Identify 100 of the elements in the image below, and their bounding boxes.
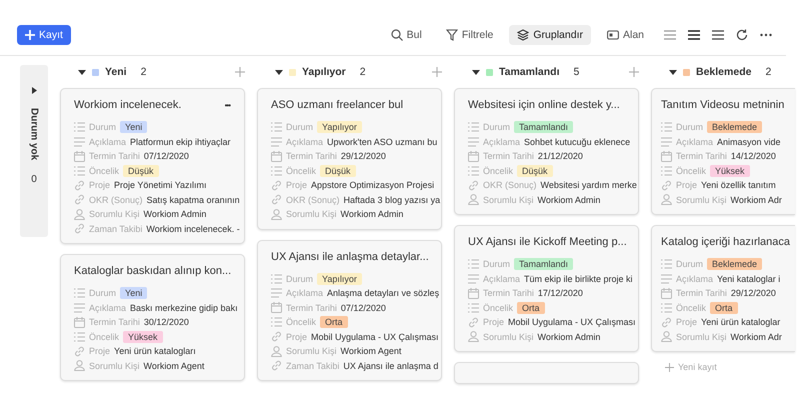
- field-label: Durum: [89, 122, 116, 132]
- field-label: Durum: [676, 122, 704, 132]
- status-tag: Tamamlandı: [514, 258, 574, 270]
- field-label: OKR (Sonuç): [483, 180, 537, 190]
- collapse-icon[interactable]: [275, 70, 283, 74]
- field-label: Sorumlu Kişi: [89, 360, 140, 371]
- person-icon: [271, 346, 282, 357]
- field-value: Anlaşma detayları ve sözleş: [327, 288, 440, 298]
- collapse-icon[interactable]: [78, 70, 86, 74]
- field-label: Sorumlu Kişi: [89, 209, 140, 220]
- calendar-icon: [271, 150, 282, 162]
- list-icon: [271, 122, 282, 132]
- link-icon: [661, 180, 672, 191]
- field-value: Workiom Adr: [730, 194, 782, 205]
- field-value: Sohbet kutucuğu eklenece: [524, 136, 630, 147]
- text-lines-icon: [468, 136, 479, 147]
- field-label: Açıklama: [89, 302, 126, 313]
- record-card[interactable]: [257, 88, 442, 230]
- collapse-icon[interactable]: [669, 70, 677, 74]
- record-card[interactable]: Tanıtım Videosu metninin Durum Beklemede Açıklama Animasyon vide Termin Tarihi 14/12/2020 Öncelik Yüksek Proje Yeni özellik tanıtım Sorumlu Kişi Workiom Adr: [651, 88, 795, 215]
- field-label: Termin Tarihi: [676, 151, 727, 162]
- field-value: Websitesi yardım merke: [540, 180, 637, 190]
- status-tag: Düşük: [320, 164, 356, 177]
- collapsed-group[interactable]: Durum yok 0: [20, 65, 48, 237]
- field-value: Satış kapatma oranının: [146, 194, 240, 205]
- status-tag: Orta: [320, 316, 348, 328]
- text-lines-icon: [74, 136, 85, 147]
- plus-icon: [665, 362, 674, 372]
- field-value: Haftada 3 blog yazısı ya: [344, 194, 440, 205]
- text-lines-icon: [271, 136, 282, 147]
- add-record-button[interactable]: Kayıt: [17, 25, 71, 45]
- list-icon: [661, 259, 672, 270]
- list-icon: [74, 288, 85, 298]
- list-icon: [74, 122, 85, 132]
- field-label: Zaman Takibi: [89, 224, 142, 234]
- field-label: Durum: [286, 122, 314, 132]
- record-card[interactable]: Kataloglar baskıdan alınıp kon... Durum Yeni Açıklama Baskı merkezine gidip bakı Termin Tarihi 30/12/2020 Öncelik Yüksek Proje Yeni ürün katalogları Sorumlu Kişi Workiom Agent: [60, 254, 245, 381]
- status-tag: Orta: [517, 302, 545, 314]
- person-icon: [74, 360, 85, 372]
- field-value: UX Ajansı ile anlaşma d: [343, 360, 438, 371]
- field-value: Yeni kataloglar i: [717, 274, 780, 284]
- column-count: 5: [574, 66, 580, 78]
- toolbar-button[interactable]: Bul: [382, 25, 430, 45]
- record-card[interactable]: [257, 240, 442, 381]
- field-label: Öncelik: [483, 302, 514, 313]
- status-tag: Orta: [710, 302, 738, 314]
- record-card[interactable]: UX Ajansı ile Kickoff Meeting p... Durum Tamamlandı Açıklama Tüm ekip ile birlikte proje ki Termin Tarihi 17/12/2020 Öncelik Orta Proje Mobil Uygulama - UX Çalışması Sorumlu Kişi Workiom Admin: [454, 225, 639, 352]
- field-label: OKR (Sonuç): [89, 194, 143, 205]
- calendar-icon: [661, 288, 672, 299]
- medium-rows-icon[interactable]: [688, 30, 700, 40]
- list-icon: [468, 166, 479, 176]
- field-value: Workiom Admin: [538, 194, 600, 205]
- toolbar-button[interactable]: Filtrele: [438, 25, 502, 45]
- list-icon: [661, 166, 672, 176]
- field-label: Açıklama: [676, 274, 714, 284]
- collapse-icon[interactable]: [472, 70, 480, 74]
- status-tag: Yüksek: [123, 330, 163, 343]
- field-label: Termin Tarihi: [89, 317, 140, 328]
- field-value: 30/12/2020: [144, 317, 189, 328]
- text-lines-icon: [271, 288, 282, 298]
- compact-rows-icon[interactable]: [664, 30, 676, 40]
- field-value: Baskı merkezine gidip bakı: [130, 302, 238, 313]
- field-label: Açıklama: [286, 136, 324, 147]
- field-value: 29/12/2020: [340, 151, 386, 162]
- refresh-icon[interactable]: [736, 29, 748, 41]
- record-card[interactable]: Websitesi için online destek y... Durum Tamamlandı Açıklama Sohbet kutucuğu eklenece Termin Tarihi 21/12/2020 Öncelik Düşük OKR (Sonuç) Websitesi yardım merke Sorumlu Kişi Workiom Admin: [454, 88, 639, 215]
- field-value: Workiom Agent: [340, 346, 402, 356]
- field-label: Sorumlu Kişi: [286, 209, 337, 220]
- column-title: Tamamlandı: [499, 66, 560, 78]
- record-card[interactable]: Katalog içeriği hazırlanaca Durum Beklemede Açıklama Yeni kataloglar i Termin Tarihi 29/12/2020 Öncelik Orta Proje Yeni ürün kataloglar Sorumlu Kişi Workiom Adr: [651, 225, 795, 352]
- field-label: Proje: [676, 180, 698, 190]
- group-name: Durum yok: [28, 108, 40, 160]
- record-card[interactable]: [60, 88, 245, 244]
- status-tag: Yeni: [120, 121, 148, 134]
- field-value: Workiom Agent: [144, 360, 204, 371]
- list-icon: [271, 166, 282, 176]
- card-menu[interactable]: •••: [224, 100, 230, 110]
- person-icon: [468, 331, 479, 342]
- person-icon: [271, 208, 282, 220]
- field-value: Appstore Optimizasyon Projesi: [311, 180, 434, 190]
- field-label: Durum: [676, 259, 704, 270]
- expand-icon: [32, 87, 36, 94]
- tall-rows-icon[interactable]: [712, 30, 724, 40]
- field-value: 07/12/2020: [144, 151, 189, 162]
- field-label: Durum: [483, 259, 510, 270]
- card-title: Katalog içeriği hazırlanaca: [661, 236, 790, 248]
- filter-icon: [446, 29, 458, 41]
- field-value: Yeni ürün kataloglar: [701, 317, 780, 328]
- card-title: Workiom incelenecek.: [74, 99, 182, 111]
- field-label: Termin Tarihi: [676, 288, 727, 298]
- status-tag: Düşük: [123, 164, 159, 177]
- field-label: Durum: [89, 288, 116, 298]
- toolbar-button[interactable]: Alan: [598, 25, 652, 45]
- toolbar-button[interactable]: Gruplandır: [509, 25, 591, 45]
- text-lines-icon: [661, 274, 672, 284]
- link-icon: [271, 360, 282, 372]
- field-label: OKR (Sonuç): [286, 194, 340, 205]
- more-icon[interactable]: [760, 33, 772, 37]
- field-value: 21/12/2020: [538, 151, 583, 162]
- status-tag: Beklemede: [707, 121, 762, 134]
